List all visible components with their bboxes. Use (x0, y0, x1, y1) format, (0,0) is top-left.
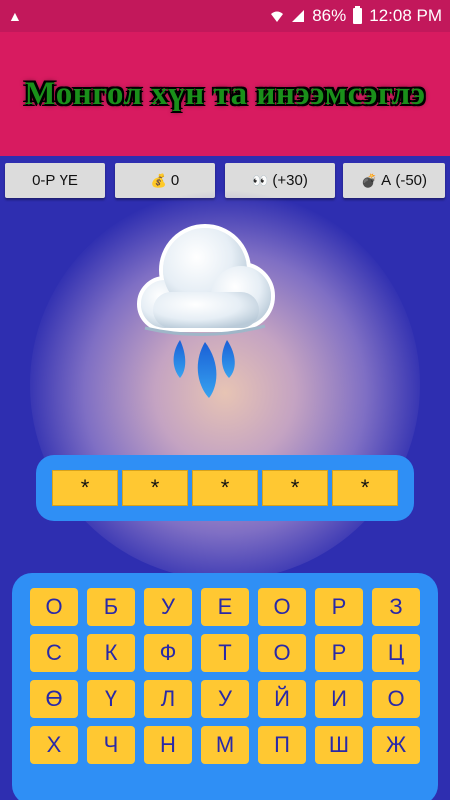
status-right: 86% 12:08 PM (270, 6, 442, 26)
wifi-icon (271, 11, 284, 22)
letter-key[interactable]: Л (144, 680, 192, 718)
level-label: 0-Р ҮЕ (32, 172, 78, 189)
letter-key[interactable]: У (144, 588, 192, 626)
letter-key[interactable]: Н (144, 726, 192, 764)
page-title: Монгол хүн та инээмсэглэ (24, 75, 426, 112)
letter-key[interactable]: Р (315, 588, 363, 626)
letter-key[interactable]: О (372, 680, 420, 718)
letter-key[interactable]: Б (87, 588, 135, 626)
answer-slot-2[interactable]: * (122, 470, 188, 506)
letter-key[interactable]: Х (30, 726, 78, 764)
letter-key[interactable]: Ү (87, 680, 135, 718)
letter-key[interactable]: К (87, 634, 135, 672)
letter-key[interactable]: Ш (315, 726, 363, 764)
bomb-button[interactable]: 💣 А (-50) (343, 163, 445, 198)
coins-value: 0 (170, 172, 180, 189)
answer-slot-4[interactable]: * (262, 470, 328, 506)
letter-key[interactable]: З (372, 588, 420, 626)
letter-key[interactable]: Е (201, 588, 249, 626)
rain-cloud-icon (137, 224, 275, 398)
letter-keyboard: О Б У Е О Р З С К Ф Т О Р Ц Ө Ү Л У Й И … (12, 573, 438, 800)
letter-key[interactable]: М (201, 726, 249, 764)
battery-icon (353, 6, 363, 24)
letter-key[interactable]: Ө (30, 680, 78, 718)
battery-percent: 86% (312, 6, 347, 25)
letter-key[interactable]: Ф (144, 634, 192, 672)
letter-key[interactable]: Ц (372, 634, 420, 672)
title-banner: Монгол хүн та инээмсэглэ (0, 32, 450, 156)
letter-key[interactable]: Т (201, 634, 249, 672)
letter-key[interactable]: И (315, 680, 363, 718)
letter-key[interactable]: Р (315, 634, 363, 672)
eyes-icon: 👀 (252, 172, 269, 188)
letter-key[interactable]: С (30, 634, 78, 672)
status-bar: ▲ 86% 12:08 PM (0, 0, 450, 32)
letter-key[interactable]: Ж (372, 726, 420, 764)
hint-label: (+30) (272, 172, 308, 189)
letter-key[interactable]: О (258, 634, 306, 672)
letter-key[interactable]: О (258, 588, 306, 626)
answer-slot-3[interactable]: * (192, 470, 258, 506)
letter-key[interactable]: Ч (87, 726, 135, 764)
warning-triangle-icon: ▲ (8, 8, 22, 24)
answer-slot-5[interactable]: * (332, 470, 398, 506)
level-button[interactable]: 0-Р ҮЕ (5, 163, 105, 198)
signal-icon (292, 10, 305, 22)
letter-key[interactable]: П (258, 726, 306, 764)
bomb-icon: 💣 (360, 172, 378, 188)
bomb-label: А (-50) (381, 172, 428, 189)
answer-panel: * * * * * (36, 455, 414, 521)
letter-key[interactable]: Й (258, 680, 306, 718)
letter-key[interactable]: О (30, 588, 78, 626)
clock-time: 12:08 PM (369, 6, 442, 25)
answer-slot-1[interactable]: * (52, 470, 118, 506)
letter-key[interactable]: У (201, 680, 249, 718)
money-bag-icon: 💰 (150, 172, 167, 188)
